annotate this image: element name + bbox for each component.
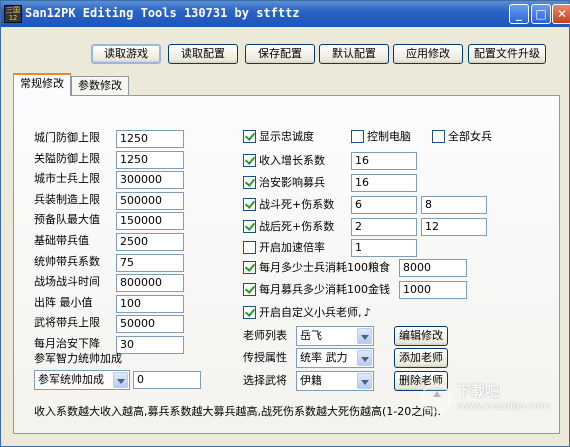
main-window: 三国 12 San12PK Editing Tools 130731 by stf…: [0, 0, 570, 447]
left-field-label: 关隘防御上限: [34, 152, 100, 165]
advisor-bonus-input[interactable]: 0: [133, 371, 201, 389]
all-female-label: 全部女兵: [448, 130, 492, 143]
left-field-label: 每月治安下降: [34, 337, 100, 350]
custom-teacher-label: 开启自定义小兵老师, ♪: [259, 306, 371, 319]
teacher-list-select[interactable]: 岳飞: [296, 326, 374, 346]
window-title: San12PK Editing Tools 130731 by stfttz: [25, 6, 300, 20]
recruit-gold-label: 每月募兵多少消耗100金钱: [259, 283, 390, 296]
right-row-input-2[interactable]: 8: [421, 196, 487, 214]
custom-teacher-checkbox[interactable]: [243, 306, 256, 319]
default-config-button[interactable]: 默认配置: [319, 44, 389, 64]
soldier-food-input[interactable]: 8000: [399, 259, 467, 277]
left-field-input[interactable]: 1250: [116, 130, 184, 148]
right-row-input[interactable]: 2: [351, 218, 417, 236]
teach-attr-select[interactable]: 统率 武力: [296, 348, 374, 368]
right-row-checkbox[interactable]: [243, 220, 256, 233]
recruit-gold-checkbox[interactable]: [243, 283, 256, 296]
teach-attr-value: 统率 武力: [300, 351, 348, 364]
left-field-label: 城市士兵上限: [34, 172, 100, 185]
app-icon: 三国 12: [4, 5, 22, 23]
left-field-label: 基础带兵值: [34, 234, 89, 247]
left-field-input[interactable]: 100: [116, 295, 184, 313]
maximize-button[interactable]: □: [531, 4, 551, 24]
left-field-label: 统帅带兵系数: [34, 255, 100, 268]
save-config-button[interactable]: 保存配置: [245, 44, 315, 64]
read-game-button[interactable]: 读取游戏: [91, 44, 161, 64]
left-field-input[interactable]: 800000: [116, 274, 184, 292]
show-loyalty-checkbox[interactable]: [243, 130, 256, 143]
close-button[interactable]: ✕: [552, 4, 570, 24]
left-field-input[interactable]: 75: [116, 254, 184, 272]
right-row-checkbox[interactable]: [243, 176, 256, 189]
left-field-input[interactable]: 150000: [116, 212, 184, 230]
right-row-label: 治安影响募兵: [259, 176, 325, 189]
watermark-name: 下载吧: [457, 384, 499, 400]
advisor-bonus-value: 参军统帅加成: [38, 373, 104, 386]
title-bar[interactable]: 三国 12 San12PK Editing Tools 130731 by stf…: [1, 1, 570, 27]
left-field-input[interactable]: 500000: [116, 192, 184, 210]
left-field-input[interactable]: 2500: [116, 233, 184, 251]
select-officer-label: 选择武将: [243, 374, 287, 387]
left-field-label: 武将带兵上限: [34, 316, 100, 329]
download-icon: [421, 383, 451, 413]
add-teacher-button[interactable]: 添加老师: [394, 348, 448, 368]
left-field-input[interactable]: 300000: [116, 171, 184, 189]
right-row-input[interactable]: 1: [351, 239, 417, 257]
select-officer-value: 伊籍: [300, 374, 322, 387]
right-row-input[interactable]: 16: [351, 174, 417, 192]
right-row-checkbox[interactable]: [243, 241, 256, 254]
left-field-label: 战场战斗时间: [34, 275, 100, 288]
advisor-bonus-select[interactable]: 参军统帅加成: [34, 370, 130, 390]
right-row-label: 战斗死+伤系数: [259, 198, 335, 211]
chevron-down-icon[interactable]: [357, 328, 372, 344]
select-officer-select[interactable]: 伊籍: [296, 371, 374, 391]
control-ai-label: 控制电脑: [367, 130, 411, 143]
tab-parameters[interactable]: 参数修改: [71, 76, 129, 95]
chevron-down-icon[interactable]: [357, 373, 372, 389]
chevron-down-icon[interactable]: [113, 372, 128, 388]
edit-teacher-button[interactable]: 编辑修改: [394, 326, 448, 346]
teach-attr-label: 传授属性: [243, 351, 287, 364]
right-row-input[interactable]: 6: [351, 196, 417, 214]
apply-changes-button[interactable]: 应用修改: [393, 44, 463, 64]
tab-general[interactable]: 常规修改: [13, 73, 71, 96]
right-row-label: 战后死+伤系数: [259, 220, 335, 233]
left-field-label: 城门防御上限: [34, 131, 100, 144]
chevron-down-icon[interactable]: [357, 350, 372, 366]
upgrade-config-button[interactable]: 配置文件升级: [468, 44, 546, 64]
left-field-input[interactable]: 50000: [116, 315, 184, 333]
minimize-button[interactable]: _: [509, 4, 529, 24]
right-row-checkbox[interactable]: [243, 198, 256, 211]
soldier-food-checkbox[interactable]: [243, 261, 256, 274]
soldier-food-label: 每月多少士兵消耗100粮食: [259, 261, 390, 274]
right-row-checkbox[interactable]: [243, 154, 256, 167]
right-row-input-2[interactable]: 12: [421, 218, 487, 236]
left-field-input[interactable]: 30: [116, 336, 184, 354]
all-female-checkbox[interactable]: [432, 130, 445, 143]
left-field-label: 预备队最大值: [34, 213, 100, 226]
watermark-url: www.xiazaiba.com: [457, 401, 550, 412]
left-field-label: 兵装制造上限: [34, 193, 100, 206]
teacher-list-label: 老师列表: [243, 329, 287, 342]
teacher-list-value: 岳飞: [300, 329, 322, 342]
show-loyalty-label: 显示忠诚度: [259, 130, 314, 143]
watermark: 下载吧 www.xiazaiba.com: [421, 379, 557, 421]
left-field-label: 出阵 最小值: [34, 296, 93, 309]
advisor-bonus-label: 参军智力统帅加成: [34, 352, 122, 365]
left-field-input[interactable]: 1250: [116, 151, 184, 169]
footer-note: 收入系数越大收入越高,募兵系数越大募兵越高,战死伤系数越大死伤越高(1-20之间…: [34, 405, 442, 418]
right-row-label: 开启加速倍率: [259, 241, 325, 254]
recruit-gold-input[interactable]: 1000: [399, 281, 467, 299]
control-ai-checkbox[interactable]: [351, 130, 364, 143]
right-row-input[interactable]: 16: [351, 152, 417, 170]
read-config-button[interactable]: 读取配置: [168, 44, 238, 64]
right-row-label: 收入增长系数: [259, 154, 325, 167]
